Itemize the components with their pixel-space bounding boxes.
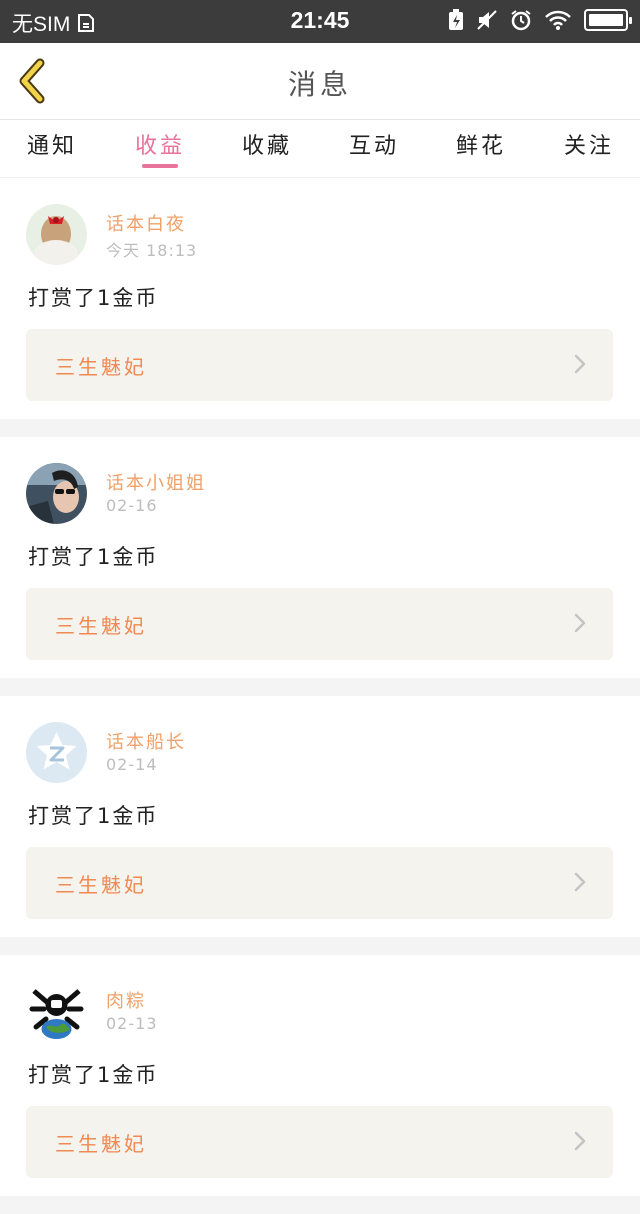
- user-name[interactable]: 话本小姐姐: [106, 469, 206, 495]
- tab-notifications[interactable]: 通知: [12, 128, 92, 160]
- message-text: 打赏了1金币: [28, 804, 159, 828]
- message-card: 话本船长 02-14 打赏了1金币 三生魅妃: [0, 696, 640, 937]
- wifi-icon: [545, 10, 571, 30]
- message-time: 02-14: [106, 755, 158, 774]
- battery-icon: [584, 9, 632, 31]
- book-link[interactable]: 三生魅妃: [26, 847, 613, 919]
- tab-bar: 通知 收益 收藏 互动 鲜花 关注: [0, 120, 640, 178]
- book-title: 三生魅妃: [55, 873, 147, 897]
- avatar[interactable]: [26, 463, 87, 524]
- user-name[interactable]: 肉粽: [106, 987, 146, 1013]
- message-text: 打赏了1金币: [28, 286, 159, 310]
- chevron-right-icon: [574, 613, 586, 633]
- active-tab-indicator: [142, 164, 178, 168]
- message-text: 打赏了1金币: [28, 545, 159, 569]
- avatar[interactable]: [26, 981, 87, 1042]
- chevron-right-icon: [574, 1131, 586, 1151]
- status-bar: 无SIM 21:45: [0, 0, 640, 43]
- chevron-right-icon: [574, 354, 586, 374]
- avatar[interactable]: [26, 204, 87, 265]
- tab-favorites[interactable]: 收藏: [227, 128, 307, 160]
- user-name[interactable]: 话本白夜: [106, 210, 186, 236]
- alarm-icon: [511, 10, 531, 31]
- sunglasses-avatar-icon: [26, 463, 87, 524]
- message-text: 打赏了1金币: [28, 1063, 159, 1087]
- message-card: 肉粽 02-13 打赏了1金币 三生魅妃: [0, 955, 640, 1196]
- status-icons: [448, 9, 632, 31]
- chevron-right-icon: [574, 872, 586, 892]
- message-time: 02-13: [106, 1014, 158, 1033]
- avatar[interactable]: [26, 722, 87, 783]
- girl-avatar-icon: [26, 204, 87, 265]
- user-name[interactable]: 话本船长: [106, 728, 186, 754]
- message-list: 话本白夜 今天 18:13 打赏了1金币 三生魅妃 话本小姐姐 02-16 打赏…: [0, 178, 640, 1214]
- book-title: 三生魅妃: [55, 1132, 147, 1156]
- message-card: 话本白夜 今天 18:13 打赏了1金币 三生魅妃: [0, 178, 640, 419]
- mute-icon: [477, 10, 497, 30]
- nav-bar: 消息: [0, 43, 640, 120]
- book-link[interactable]: 三生魅妃: [26, 1106, 613, 1178]
- tab-following[interactable]: 关注: [549, 128, 629, 160]
- book-link[interactable]: 三生魅妃: [26, 588, 613, 660]
- battery-saver-icon: [449, 9, 463, 30]
- book-title: 三生魅妃: [55, 614, 147, 638]
- skull-globe-avatar-icon: [26, 981, 87, 1042]
- tab-interactions[interactable]: 互动: [334, 128, 414, 160]
- page-title: 消息: [287, 68, 352, 101]
- book-title: 三生魅妃: [55, 355, 147, 379]
- message-time: 今天 18:13: [106, 241, 198, 260]
- message-time: 02-16: [106, 496, 158, 515]
- message-card: 话本小姐姐 02-16 打赏了1金币 三生魅妃: [0, 437, 640, 678]
- book-link[interactable]: 三生魅妃: [26, 329, 613, 401]
- tab-earnings[interactable]: 收益: [120, 128, 200, 160]
- tab-flowers[interactable]: 鲜花: [441, 128, 521, 160]
- default-z-avatar-icon: [26, 722, 87, 783]
